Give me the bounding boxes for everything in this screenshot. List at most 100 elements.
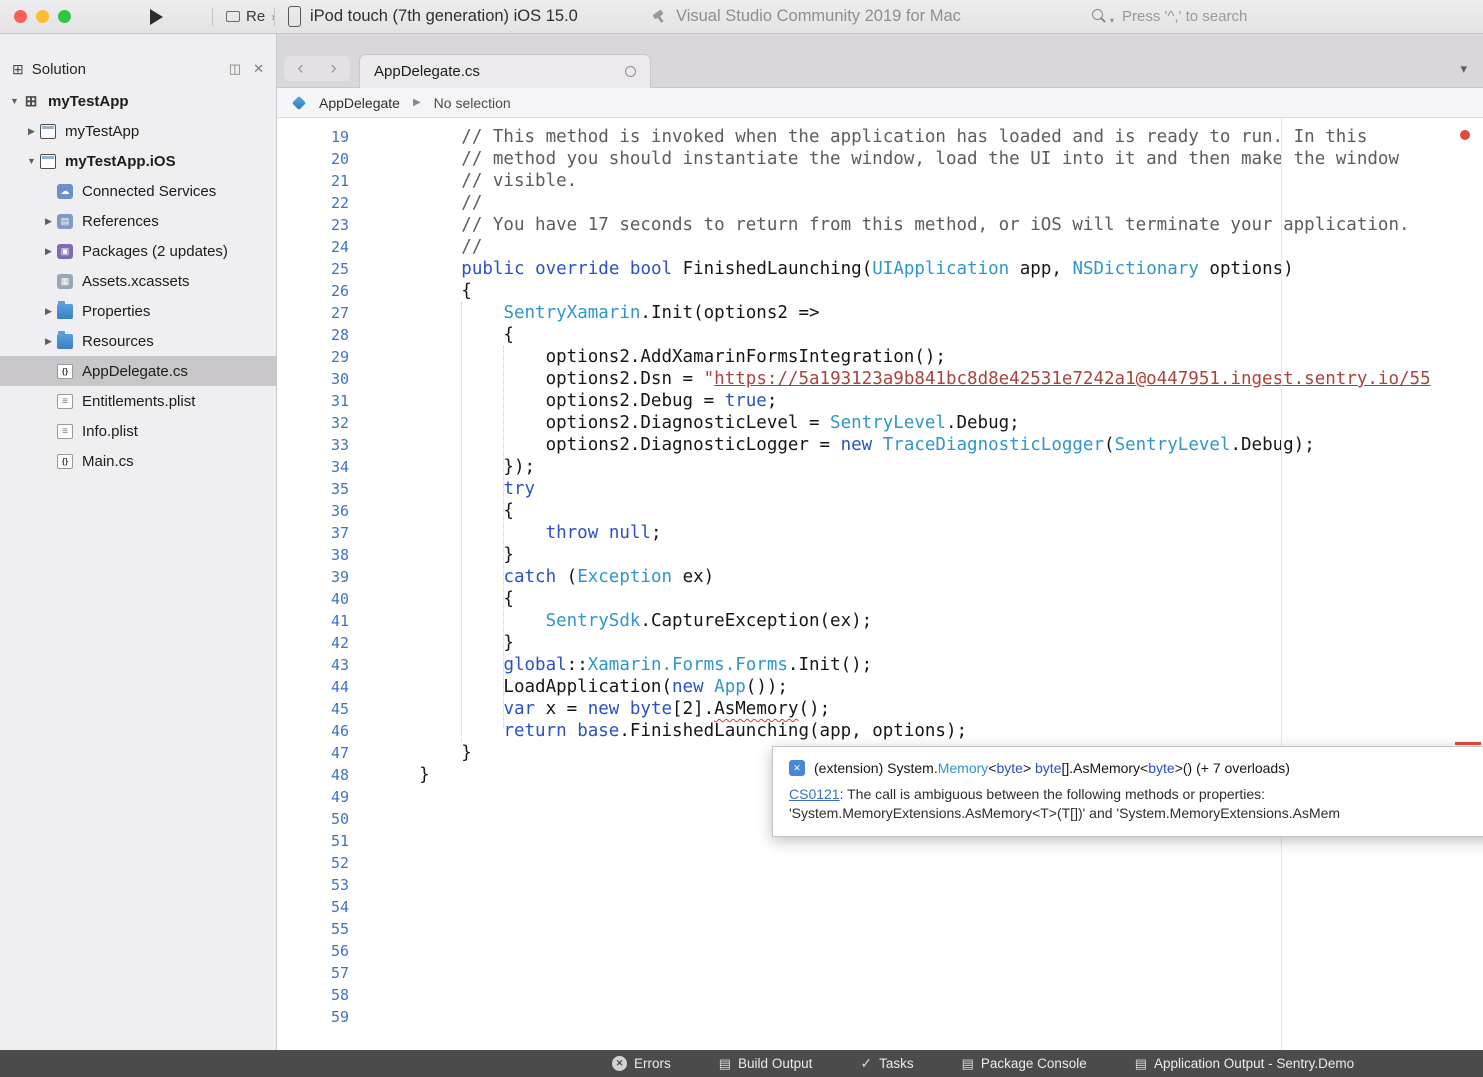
line-number[interactable]: 26: [277, 280, 365, 302]
code-line-27[interactable]: 27 SentryXamarin.Init(options2 =>: [277, 302, 1483, 324]
code-line-59[interactable]: 59: [277, 1006, 1483, 1028]
code-line-54[interactable]: 54: [277, 896, 1483, 918]
code-line-34[interactable]: 34 });: [277, 456, 1483, 478]
breadcrumb-class[interactable]: AppDelegate: [319, 95, 400, 111]
code-line-46[interactable]: 46 return base.FinishedLaunching(app, op…: [277, 720, 1483, 742]
line-number[interactable]: 37: [277, 522, 365, 544]
code-line-20[interactable]: 20 // method you should instantiate the …: [277, 148, 1483, 170]
tree-item-entitlements-plist[interactable]: ≡Entitlements.plist: [0, 386, 276, 416]
code-line-33[interactable]: 33 options2.DiagnosticLogger = new Trace…: [277, 434, 1483, 456]
code-line-58[interactable]: 58: [277, 984, 1483, 1006]
run-button[interactable]: [150, 0, 163, 33]
search-field[interactable]: ▾ Press '^,' to search: [1092, 0, 1247, 33]
line-number[interactable]: 59: [277, 1006, 365, 1028]
line-number[interactable]: 30: [277, 368, 365, 390]
tree-item-connected-services[interactable]: ☁Connected Services: [0, 176, 276, 206]
collapse-icon[interactable]: ▼: [23, 156, 40, 166]
line-number[interactable]: 38: [277, 544, 365, 566]
code-line-42[interactable]: 42 }: [277, 632, 1483, 654]
expand-icon[interactable]: ▶: [40, 216, 57, 227]
line-number[interactable]: 58: [277, 984, 365, 1006]
line-number[interactable]: 50: [277, 808, 365, 830]
error-overview-dot[interactable]: [1460, 130, 1470, 140]
code-line-40[interactable]: 40 {: [277, 588, 1483, 610]
line-number[interactable]: 19: [277, 126, 365, 148]
device-selector[interactable]: iPod touch (7th generation) iOS 15.0: [288, 0, 578, 33]
zoom-window-button[interactable]: [58, 10, 71, 23]
breadcrumb-member[interactable]: No selection: [434, 95, 511, 111]
expand-icon[interactable]: ▶: [40, 246, 57, 257]
code-line-55[interactable]: 55: [277, 918, 1483, 940]
tree-item-appdelegate-cs[interactable]: {}AppDelegate.cs: [0, 356, 276, 386]
code-line-29[interactable]: 29 options2.AddXamarinFormsIntegration()…: [277, 346, 1483, 368]
line-number[interactable]: 41: [277, 610, 365, 632]
statusbar-tasks[interactable]: ✓Tasks: [860, 1055, 913, 1072]
line-number[interactable]: 23: [277, 214, 365, 236]
code-editor[interactable]: 19 // This method is invoked when the ap…: [277, 118, 1483, 1050]
line-number[interactable]: 55: [277, 918, 365, 940]
line-number[interactable]: 44: [277, 676, 365, 698]
code-line-36[interactable]: 36 {: [277, 500, 1483, 522]
line-number[interactable]: 54: [277, 896, 365, 918]
tab-modified-icon[interactable]: [625, 66, 636, 77]
tree-item-mytestapp[interactable]: ▼⊞myTestApp: [0, 86, 276, 116]
line-number[interactable]: 29: [277, 346, 365, 368]
code-line-25[interactable]: 25 public override bool FinishedLaunchin…: [277, 258, 1483, 280]
code-line-45[interactable]: 45 var x = new byte[2].AsMemory();: [277, 698, 1483, 720]
tree-item-properties[interactable]: ▶Properties: [0, 296, 276, 326]
expand-icon[interactable]: ▶: [40, 306, 57, 317]
line-number[interactable]: 40: [277, 588, 365, 610]
tab-appdelegate[interactable]: AppDelegate.cs: [359, 54, 651, 88]
error-overview-mark[interactable]: [1455, 742, 1481, 745]
line-number[interactable]: 21: [277, 170, 365, 192]
code-line-53[interactable]: 53: [277, 874, 1483, 896]
expand-icon[interactable]: ▶: [23, 126, 40, 137]
tree-item-mytestapp-ios[interactable]: ▼myTestApp.iOS: [0, 146, 276, 176]
line-number[interactable]: 48: [277, 764, 365, 786]
line-number[interactable]: 46: [277, 720, 365, 742]
tree-item-info-plist[interactable]: ≡Info.plist: [0, 416, 276, 446]
code-line-44[interactable]: 44 LoadApplication(new App());: [277, 676, 1483, 698]
code-line-52[interactable]: 52: [277, 852, 1483, 874]
line-number[interactable]: 27: [277, 302, 365, 324]
build-configuration-selector[interactable]: Re ›: [226, 0, 275, 33]
error-code-link[interactable]: CS0121: [789, 786, 840, 802]
code-line-21[interactable]: 21 // visible.: [277, 170, 1483, 192]
line-number[interactable]: 28: [277, 324, 365, 346]
line-number[interactable]: 51: [277, 830, 365, 852]
code-line-32[interactable]: 32 options2.DiagnosticLevel = SentryLeve…: [277, 412, 1483, 434]
line-number[interactable]: 34: [277, 456, 365, 478]
statusbar-package-console[interactable]: ▤Package Console: [962, 1056, 1087, 1072]
line-number[interactable]: 52: [277, 852, 365, 874]
code-line-26[interactable]: 26 {: [277, 280, 1483, 302]
line-number[interactable]: 57: [277, 962, 365, 984]
tree-item-mytestapp[interactable]: ▶myTestApp: [0, 116, 276, 146]
line-number[interactable]: 56: [277, 940, 365, 962]
line-number[interactable]: 36: [277, 500, 365, 522]
tree-item-main-cs[interactable]: {}Main.cs: [0, 446, 276, 476]
line-number[interactable]: 20: [277, 148, 365, 170]
line-number[interactable]: 24: [277, 236, 365, 258]
code-line-22[interactable]: 22 //: [277, 192, 1483, 214]
line-number[interactable]: 32: [277, 412, 365, 434]
tree-item-packages-2-updates[interactable]: ▶▣Packages (2 updates): [0, 236, 276, 266]
line-number[interactable]: 22: [277, 192, 365, 214]
statusbar-build-output[interactable]: ▤Build Output: [719, 1056, 813, 1072]
code-line-19[interactable]: 19 // This method is invoked when the ap…: [277, 126, 1483, 148]
line-number[interactable]: 35: [277, 478, 365, 500]
statusbar-errors[interactable]: ✕Errors: [612, 1056, 671, 1071]
expand-icon[interactable]: ▶: [40, 336, 57, 347]
code-line-23[interactable]: 23 // You have 17 seconds to return from…: [277, 214, 1483, 236]
statusbar-application-output-sentry-demo[interactable]: ▤Application Output - Sentry.Demo: [1135, 1056, 1354, 1072]
close-window-button[interactable]: [14, 10, 27, 23]
line-number[interactable]: 42: [277, 632, 365, 654]
line-number[interactable]: 47: [277, 742, 365, 764]
line-number[interactable]: 53: [277, 874, 365, 896]
navigate-back-button[interactable]: ‹: [284, 56, 317, 81]
collapse-icon[interactable]: ▼: [6, 96, 23, 106]
navigate-forward-button[interactable]: ›: [317, 56, 350, 81]
code-line-24[interactable]: 24 //: [277, 236, 1483, 258]
code-line-39[interactable]: 39 catch (Exception ex): [277, 566, 1483, 588]
code-line-37[interactable]: 37 throw null;: [277, 522, 1483, 544]
line-number[interactable]: 43: [277, 654, 365, 676]
